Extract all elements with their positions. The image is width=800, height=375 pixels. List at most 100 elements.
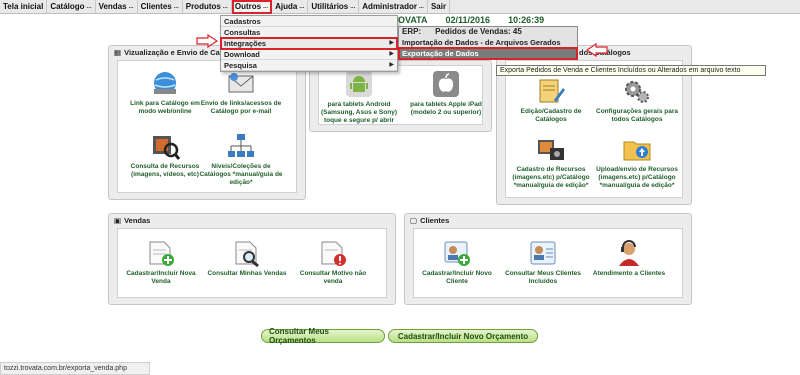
top-menu-bar: Tela inicial Catálogo... Vendas... Clien… [0,0,800,14]
export-tooltip: Exporta Pedidos de Venda e Clientes Incl… [496,65,766,76]
menu-clientes[interactable]: Clientes... [138,0,183,14]
tile-nova-venda[interactable]: Cadastrar/Incluir Nova Venda [119,238,203,286]
tile-ipad[interactable]: para tablets Apple iPad (modelo 2 ou sup… [402,69,490,117]
support-agent-icon [619,240,639,266]
menu-dots: ... [350,3,356,10]
add-document-icon [149,241,174,266]
dropdown-item-label: Consultas [224,28,261,37]
media-collection-icon [538,140,564,160]
menu-dots: ... [173,3,179,10]
menu-ajuda[interactable]: Ajuda... [272,0,309,14]
tile-consultar-vendas[interactable]: Consultar Minhas Vendas [205,238,289,278]
tile-label: Consulta de Recursos (imagens, vídeos, e… [130,163,200,178]
panel-vendas: ▣ Vendas Cadastrar/Incluir Nova Venda Con… [108,213,396,305]
novo-orcamento-button[interactable]: Cadastrar/Incluir Novo Orçamento [388,329,538,343]
outros-dropdown-menu: Cadastros Consultas Integrações ▶ Downloa… [220,15,398,72]
menu-label: Tela inicial [3,2,44,11]
dropdown-item-download[interactable]: Download ▶ [221,49,397,60]
tile-label: Consultar Minhas Vendas [207,270,287,277]
tile-atendimento-clientes[interactable]: Atendimento a Clientes [587,238,671,278]
tile-motivo-nao-venda[interactable]: Consultar Motivo não venda [291,238,375,286]
menu-dots: ... [299,3,305,10]
tile-niveis-colecoes[interactable]: Níveis/Coleções de Catálogos *manual/gui… [199,131,283,187]
tile-label: Link para Catálogo em modo web/online [130,100,200,115]
submenu-arrow-icon: ▶ [389,51,394,57]
dropdown-item-consultas[interactable]: Consultas [221,27,397,38]
clients-icon: ▢ [410,215,418,225]
submenu-item-exportacao[interactable]: Exportação de Dados [398,47,578,60]
upload-folder-icon [623,141,651,161]
email-icon [228,73,254,93]
dropdown-item-label: Cadastros [224,17,261,26]
tile-label: Cadastrar/Incluir Novo Cliente [422,270,492,285]
menu-dots: ... [418,3,424,10]
tile-label: Consultar Motivo não venda [299,270,367,285]
menu-outros[interactable]: Outros... [231,0,273,14]
tile-consultar-clientes[interactable]: Consultar Meus Clientes Incluídos [501,238,585,286]
tile-label: Cadastrar/Incluir Nova Venda [126,270,196,285]
tile-novo-cliente[interactable]: Cadastrar/Incluir Novo Cliente [415,238,499,286]
dropdown-item-integracoes[interactable]: Integrações ▶ [220,37,398,50]
add-contact-icon [444,241,470,266]
menu-label: Administrador [362,2,417,11]
annotation-arrow-left-icon [586,43,608,57]
apple-icon [433,71,459,97]
submenu-arrow-icon: ▶ [389,62,394,68]
tile-android[interactable]: para tablets Android (Samsung, Asus e So… [314,69,404,125]
tile-configuracoes-gerais[interactable]: Configurações gerais para todos Catálogo… [595,76,679,124]
menu-label: Clientes [140,2,172,11]
integracoes-submenu: ERP: Pedidos de Vendas: 45 Importação de … [398,26,578,60]
search-document-icon [235,241,259,268]
submenu-item-importacao[interactable]: Importação de Dados - de Arquivos Gerado… [399,37,577,48]
tile-label: Consultar Meus Clientes Incluídos [505,270,581,285]
menu-label: Sair [430,2,447,11]
annotation-arrow-right-icon [196,34,218,48]
tile-envio-links[interactable]: Envio de links/acessos de Catálogo por e… [199,68,283,116]
menu-dots: ... [86,3,92,10]
status-bar-url: tozzi.trovata.com.br/exporta_venda.php [0,362,150,375]
current-time: 10:26:39 [508,15,545,25]
tile-label: Envio de links/acessos de Catálogo por e… [200,100,282,115]
erp-label: ERP: [402,27,422,36]
menu-label: Ajuda [275,2,298,11]
menu-catalogo[interactable]: Catálogo... [47,0,96,14]
menu-utilitarios[interactable]: Utilitários... [308,0,360,14]
tile-label: para tablets Apple iPad (modelo 2 ou sup… [410,101,482,116]
dropdown-item-pesquisa[interactable]: Pesquisa ▶ [221,60,397,71]
tile-link-catalogo[interactable]: Link para Catálogo em modo web/online [123,68,207,116]
menu-tela-inicial[interactable]: Tela inicial [0,0,48,14]
pedidos-count: Pedidos de Vendas: 45 [435,27,522,36]
panel-title: ▣ Vendas [109,214,395,226]
alert-document-icon [321,241,346,266]
hierarchy-icon [228,134,254,157]
tile-label: Níveis/Coleções de Catálogos *manual/gui… [199,163,283,186]
info-bar: OVATA 02/11/2016 10:26:39 [398,14,578,26]
media-resources-icon [153,136,180,160]
tile-cadastro-recursos[interactable]: Cadastro de Recursos (imagens.etc) p/Cat… [509,134,593,190]
menu-administrador[interactable]: Administrador... [359,0,428,14]
menu-sair[interactable]: Sair [428,0,451,14]
menu-label: Outros [234,2,262,11]
menu-label: Produtos [185,2,221,11]
catalog-edit-icon [539,79,565,103]
tile-label: Upload/envio de Recursos (imagens.etc) p… [596,166,678,189]
tile-label: Cadastro de Recursos (imagens.etc) p/Cat… [512,166,590,189]
menu-produtos[interactable]: Produtos... [183,0,232,14]
tile-consulta-recursos[interactable]: Consulta de Recursos (imagens, vídeos, e… [123,131,207,179]
consultar-orcamentos-button[interactable]: Consultar Meus Orçamentos [261,327,385,345]
tile-label: para tablets Android (Samsung, Asus e So… [321,101,397,124]
globe-icon [154,72,176,94]
tile-edicao-catalogos[interactable]: Edição/Cadastro de Catálogos [509,76,593,124]
panel-title: ▢ Clientes [405,214,691,226]
gears-icon [625,81,649,103]
tile-label: Configurações gerais para todos Catálogo… [596,108,678,123]
sales-icon: ▣ [114,215,122,225]
current-date: 02/11/2016 [445,15,491,25]
dropdown-item-label: Download [224,50,260,59]
dropdown-item-cadastros[interactable]: Cadastros [221,16,397,27]
panel-clientes: ▢ Clientes Cadastrar/Incluir Novo Cliente… [404,213,692,305]
brand-text: OVATA [398,15,428,25]
erp-info: ERP: Pedidos de Vendas: 45 [399,27,577,37]
menu-vendas[interactable]: Vendas... [96,0,138,14]
tile-upload-recursos[interactable]: Upload/envio de Recursos (imagens.etc) p… [595,134,679,190]
